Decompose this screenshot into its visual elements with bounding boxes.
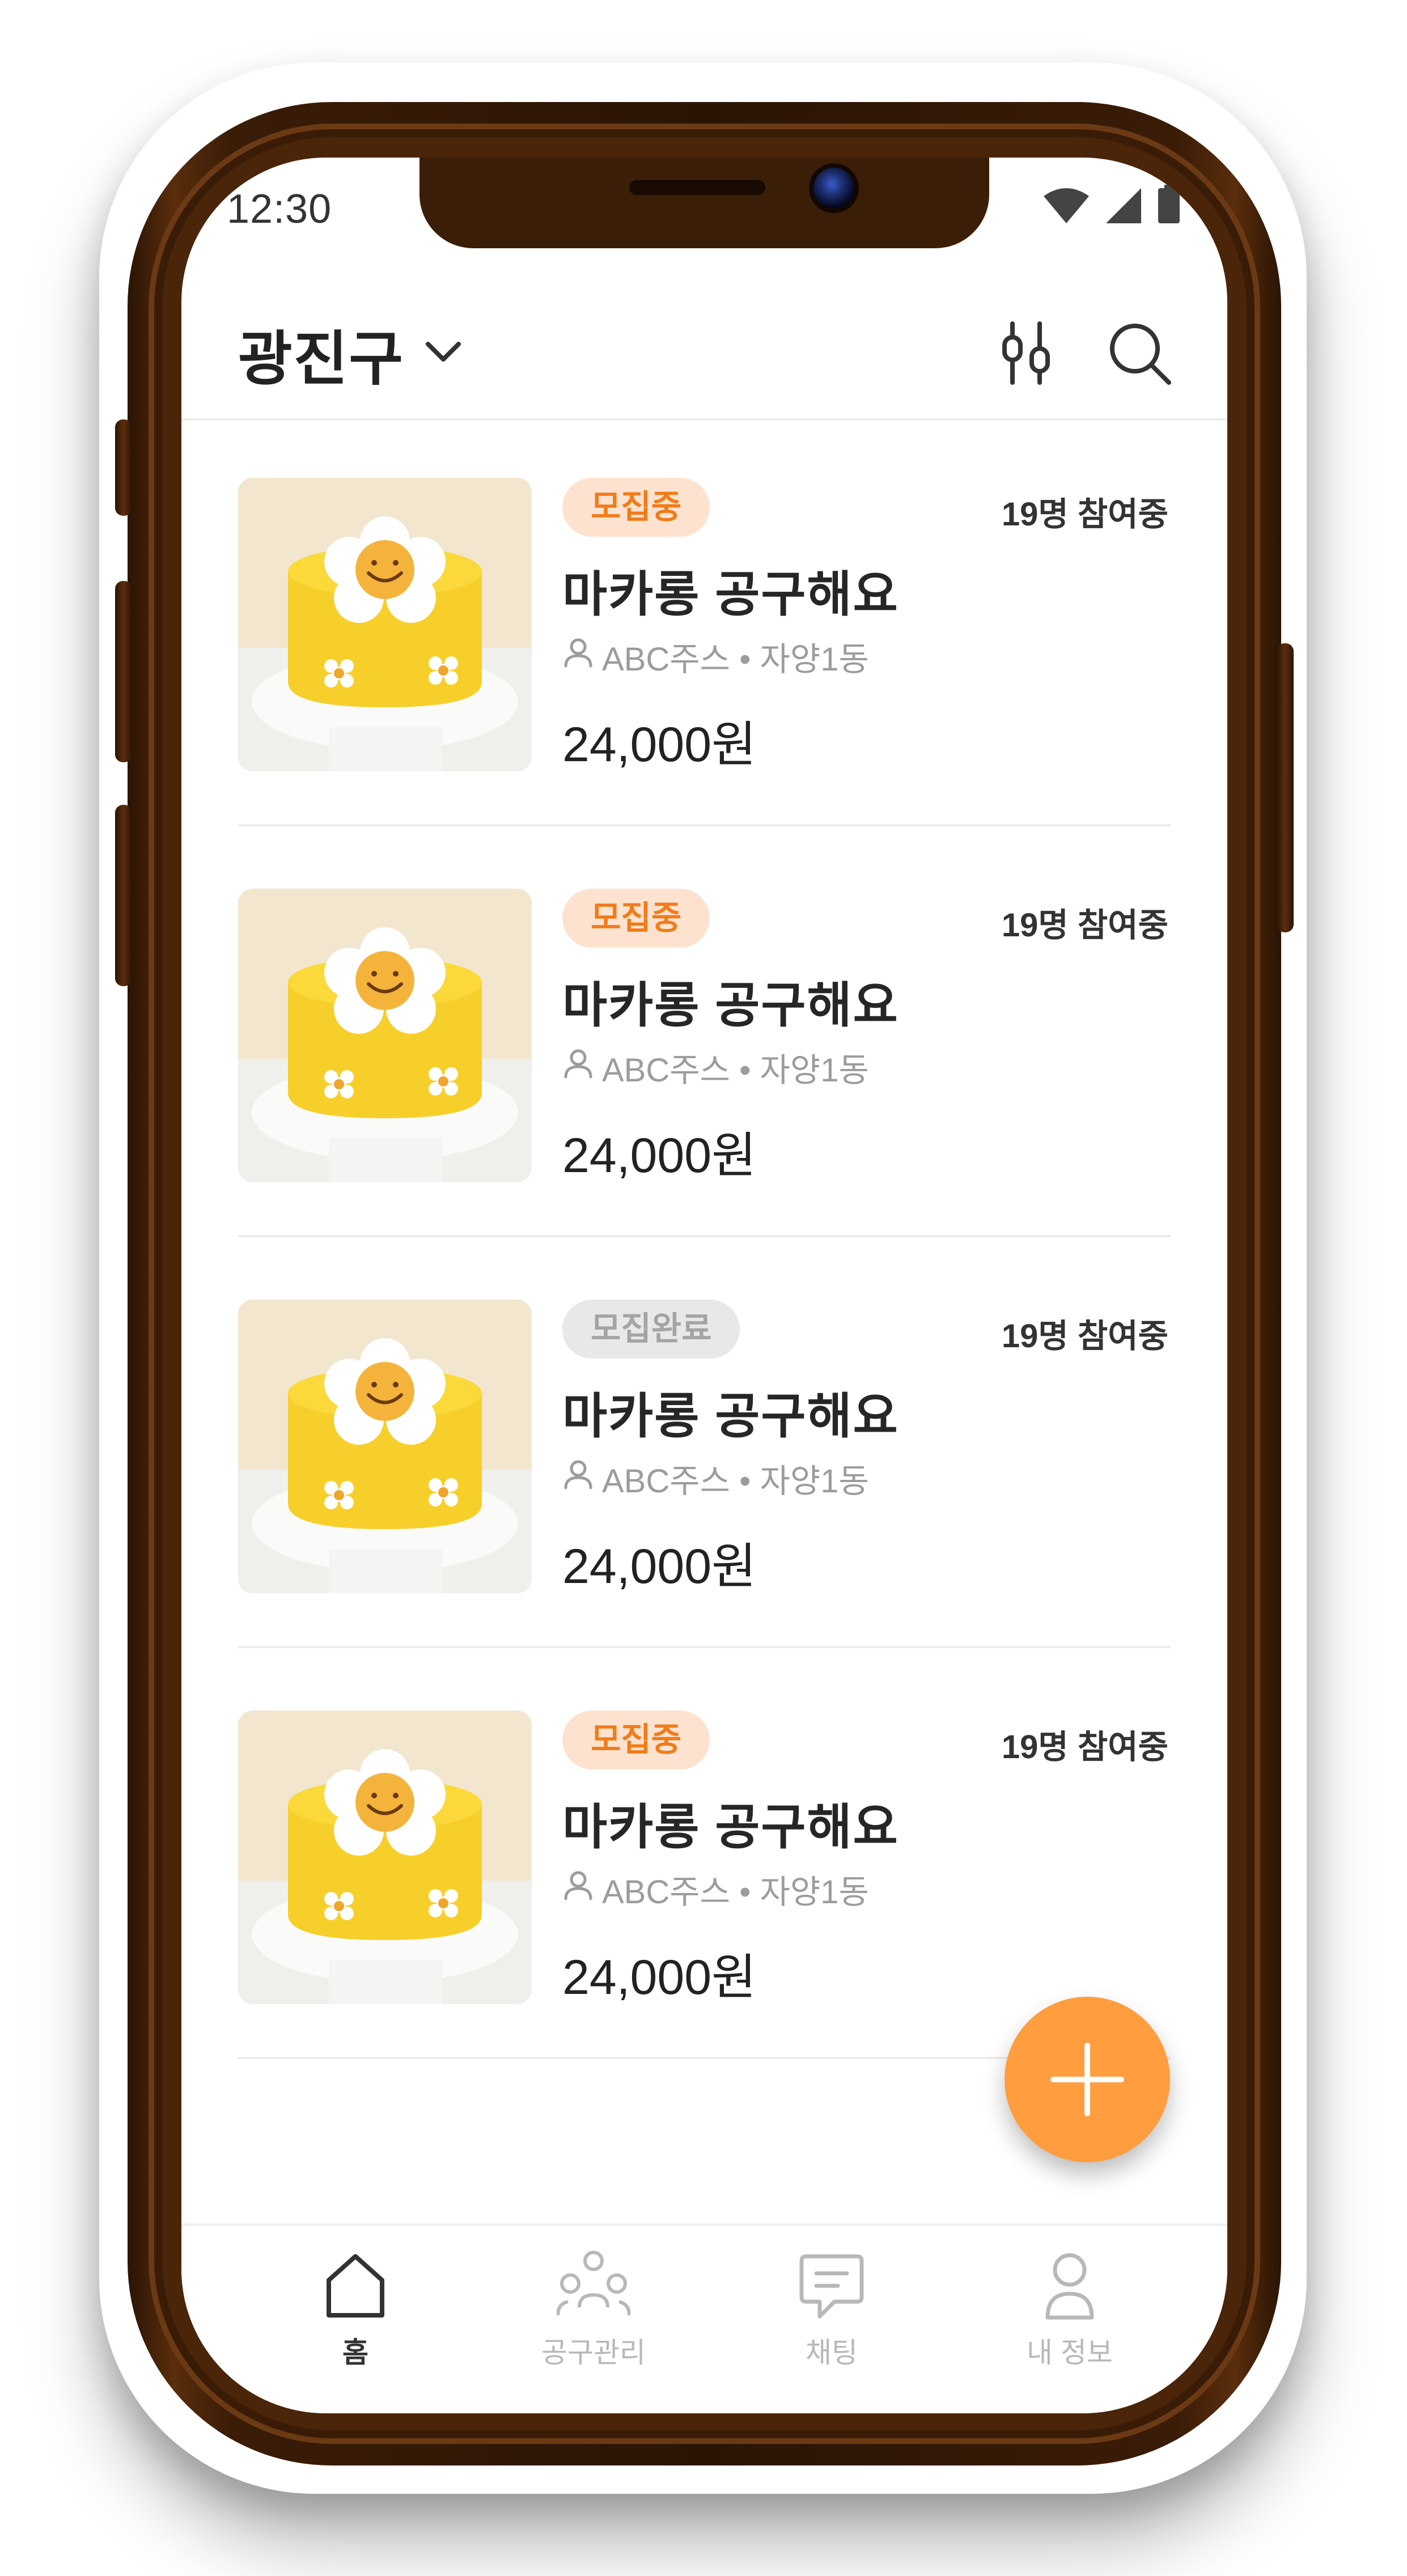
search-icon[interactable] xyxy=(1105,319,1173,387)
volume-down-button xyxy=(115,805,132,986)
bottom-nav: 홈 공구관리 채팅 내 정보 xyxy=(181,2223,1227,2413)
front-camera xyxy=(813,168,854,209)
list-item[interactable]: 모집완료 19명 참여중 마카롱 공구해요 ABC주스 • 자양1동 24,00… xyxy=(238,1240,1171,1648)
post-meta: ABC주스 • 자양1동 xyxy=(562,1043,869,1091)
status-time: 12:30 xyxy=(227,186,332,232)
status-badge: 모집완료 xyxy=(562,1300,740,1359)
post-title: 마카롱 공구해요 xyxy=(562,567,899,622)
notch xyxy=(419,158,989,248)
location-selector[interactable]: 광진구 xyxy=(238,311,462,396)
post-location: ABC주스 • 자양1동 xyxy=(602,1874,869,1911)
group-icon xyxy=(557,2251,630,2316)
list-item[interactable]: 모집중 19명 참여중 마카롱 공구해요 ABC주스 • 자양1동 24,000… xyxy=(238,829,1171,1237)
signal-icon xyxy=(1105,187,1142,227)
earpiece-speaker xyxy=(629,180,765,195)
post-meta: ABC주스 • 자양1동 xyxy=(562,633,869,680)
participant-count: 19명 참여중 xyxy=(1001,1729,1168,1766)
nav-home[interactable]: 홈 xyxy=(270,2248,440,2371)
filter-icon[interactable] xyxy=(992,319,1060,387)
participant-count: 19명 참여중 xyxy=(1001,496,1168,533)
wifi-icon xyxy=(1042,187,1090,227)
add-post-button[interactable] xyxy=(1005,1997,1170,2162)
post-price: 24,000원 xyxy=(562,1950,757,2005)
nav-label: 공구관리 xyxy=(541,2337,646,2369)
nav-my-info[interactable]: 내 정보 xyxy=(985,2248,1155,2371)
profile-icon xyxy=(1045,2253,1094,2320)
post-location: ABC주스 • 자양1동 xyxy=(602,1463,869,1500)
post-price: 24,000원 xyxy=(562,718,757,772)
post-price: 24,000원 xyxy=(562,1539,757,1594)
power-button xyxy=(1277,643,1294,932)
post-title: 마카롱 공구해요 xyxy=(562,1800,899,1854)
post-title: 마카롱 공구해요 xyxy=(562,1389,899,1444)
product-image xyxy=(238,1711,532,2004)
battery-icon xyxy=(1157,185,1181,227)
post-title: 마카롱 공구해요 xyxy=(562,978,899,1033)
post-meta: ABC주스 • 자양1동 xyxy=(562,1865,869,1913)
post-location: ABC주스 • 자양1동 xyxy=(602,1052,869,1089)
nav-label: 채팅 xyxy=(806,2337,858,2369)
app-header: 광진구 xyxy=(181,265,1227,421)
chevron-down-icon xyxy=(425,341,462,366)
home-icon xyxy=(327,2254,384,2318)
post-price: 24,000원 xyxy=(562,1128,757,1183)
post-location: ABC주스 • 자양1동 xyxy=(602,641,869,678)
person-icon xyxy=(562,1047,594,1087)
product-image xyxy=(238,478,532,771)
participant-count: 19명 참여중 xyxy=(1001,907,1168,944)
list-item[interactable]: 모집중 19명 참여중 마카롱 공구해요 ABC주스 • 자양1동 24,000… xyxy=(238,418,1171,826)
product-image xyxy=(238,1300,532,1593)
status-icons xyxy=(1042,185,1181,227)
person-icon xyxy=(562,636,594,676)
status-badge: 모집중 xyxy=(562,478,710,537)
chat-icon xyxy=(799,2254,864,2319)
nav-chat[interactable]: 채팅 xyxy=(747,2248,917,2371)
mute-switch xyxy=(115,419,132,516)
nav-group-manage[interactable]: 공구관리 xyxy=(508,2248,679,2371)
location-label: 광진구 xyxy=(238,326,405,392)
volume-up-button xyxy=(115,581,132,762)
post-meta: ABC주스 • 자양1동 xyxy=(562,1454,869,1502)
product-image xyxy=(238,889,532,1182)
participant-count: 19명 참여중 xyxy=(1001,1318,1168,1355)
nav-label: 내 정보 xyxy=(1027,2337,1113,2369)
app-screen: 12:30 광진구 모집중 19명 참여중 마카롱 공구해요 ABC주스 • 자… xyxy=(181,158,1227,2413)
person-icon xyxy=(562,1869,594,1909)
status-badge: 모집중 xyxy=(562,1711,710,1769)
status-badge: 모집중 xyxy=(562,889,710,948)
plus-icon xyxy=(1050,2043,1124,2116)
person-icon xyxy=(562,1458,594,1498)
nav-label: 홈 xyxy=(342,2337,368,2369)
